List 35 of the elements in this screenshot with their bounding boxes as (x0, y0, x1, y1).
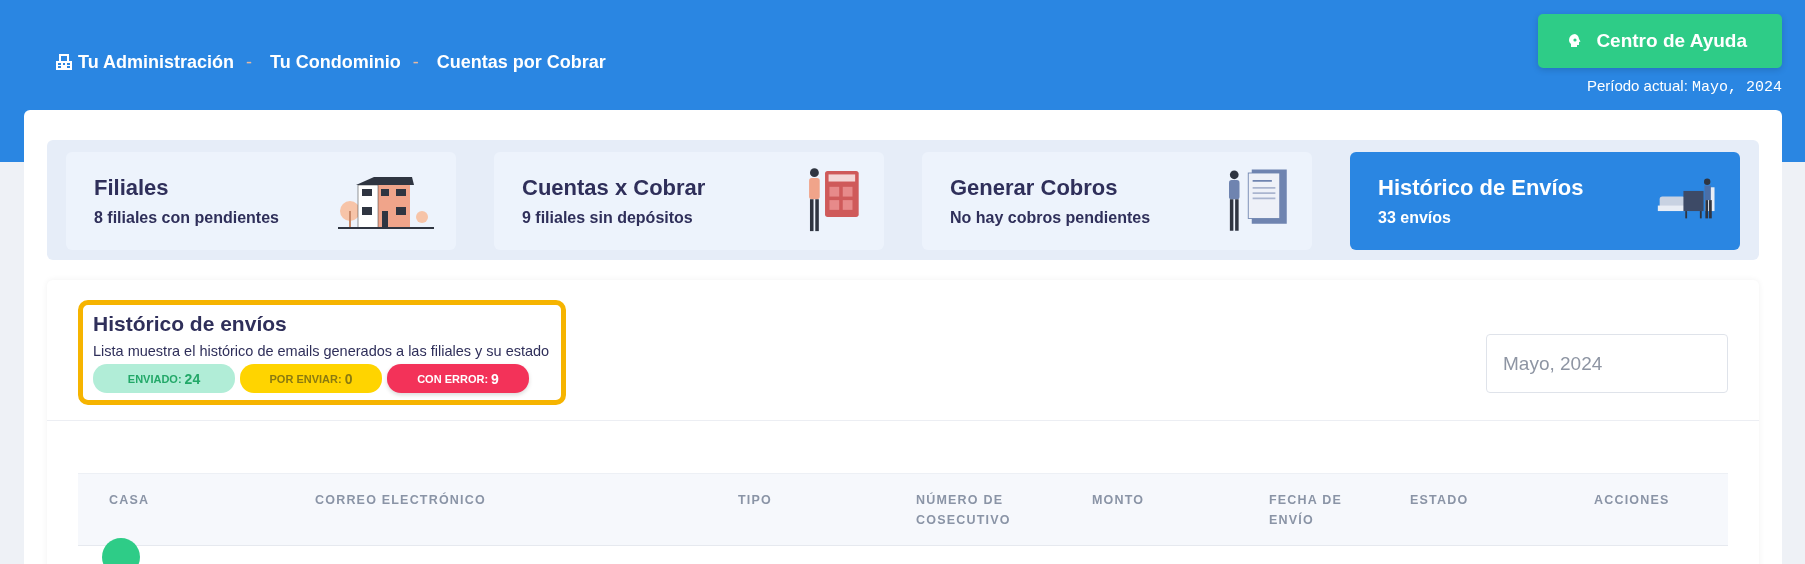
breadcrumb-separator: - (412, 51, 419, 73)
summary-card[interactable]: Filiales 8 filiales con pendientes (66, 152, 456, 250)
card-subtitle: 8 filiales con pendientes (94, 209, 279, 227)
period-value: Mayo, 2024 (1692, 79, 1782, 96)
column-header: FECHA DE ENVÍO (1269, 492, 1344, 529)
summary-card[interactable]: Cuentas x Cobrar 9 filiales sin depósitos (494, 152, 884, 250)
building-icon (55, 53, 73, 71)
breadcrumb-link[interactable]: Cuentas por Cobrar (436, 51, 606, 73)
breadcrumb-link[interactable]: Tu Condominio (270, 51, 401, 73)
date-field[interactable]: Mayo, 2024 (1486, 334, 1728, 393)
column-header: CORREO ELECTRÓNICO (315, 491, 487, 509)
status-badge: ENVIADO: 24 (93, 364, 235, 393)
column-header: TIPO (738, 492, 773, 509)
column-header: ACCIONES (1594, 492, 1671, 509)
breadcrumb-separator: - (246, 51, 252, 73)
status-badge: POR ENVIAR: 0 (240, 364, 382, 393)
card-subtitle: 33 envíos (1378, 209, 1452, 227)
card-title: Generar Cobros (950, 175, 1119, 201)
card-subtitle: No hay cobros pendientes (950, 209, 1151, 227)
card-title: Histórico de Envíos (1378, 175, 1584, 201)
summary-card[interactable]: Generar Cobros No hay cobros pendientes (922, 152, 1312, 250)
card-title: Filiales (94, 175, 170, 201)
section-description: Lista muestra el histórico de emails generados a las filiales y su estado (93, 343, 550, 359)
column-header: ESTADO (1410, 492, 1470, 509)
section-title: Histórico de envíos (93, 312, 288, 336)
column-header: NÚMERO DE COSECUTIVO (916, 491, 1012, 529)
period-label: Período actual: (1586, 77, 1688, 94)
column-header: CASA (109, 492, 151, 509)
breadcrumb-link[interactable]: Tu Administración (78, 51, 234, 73)
card-subtitle: 9 filiales sin depósitos (522, 209, 694, 227)
card-title: Cuentas x Cobrar (522, 175, 706, 201)
help-button[interactable]: Centro de Ayuda (1538, 14, 1782, 68)
status-badge: CON ERROR: 9 (387, 364, 529, 393)
column-header: MONTO (1092, 492, 1146, 509)
summary-card[interactable]: Histórico de Envíos 33 envíos (1350, 152, 1740, 250)
